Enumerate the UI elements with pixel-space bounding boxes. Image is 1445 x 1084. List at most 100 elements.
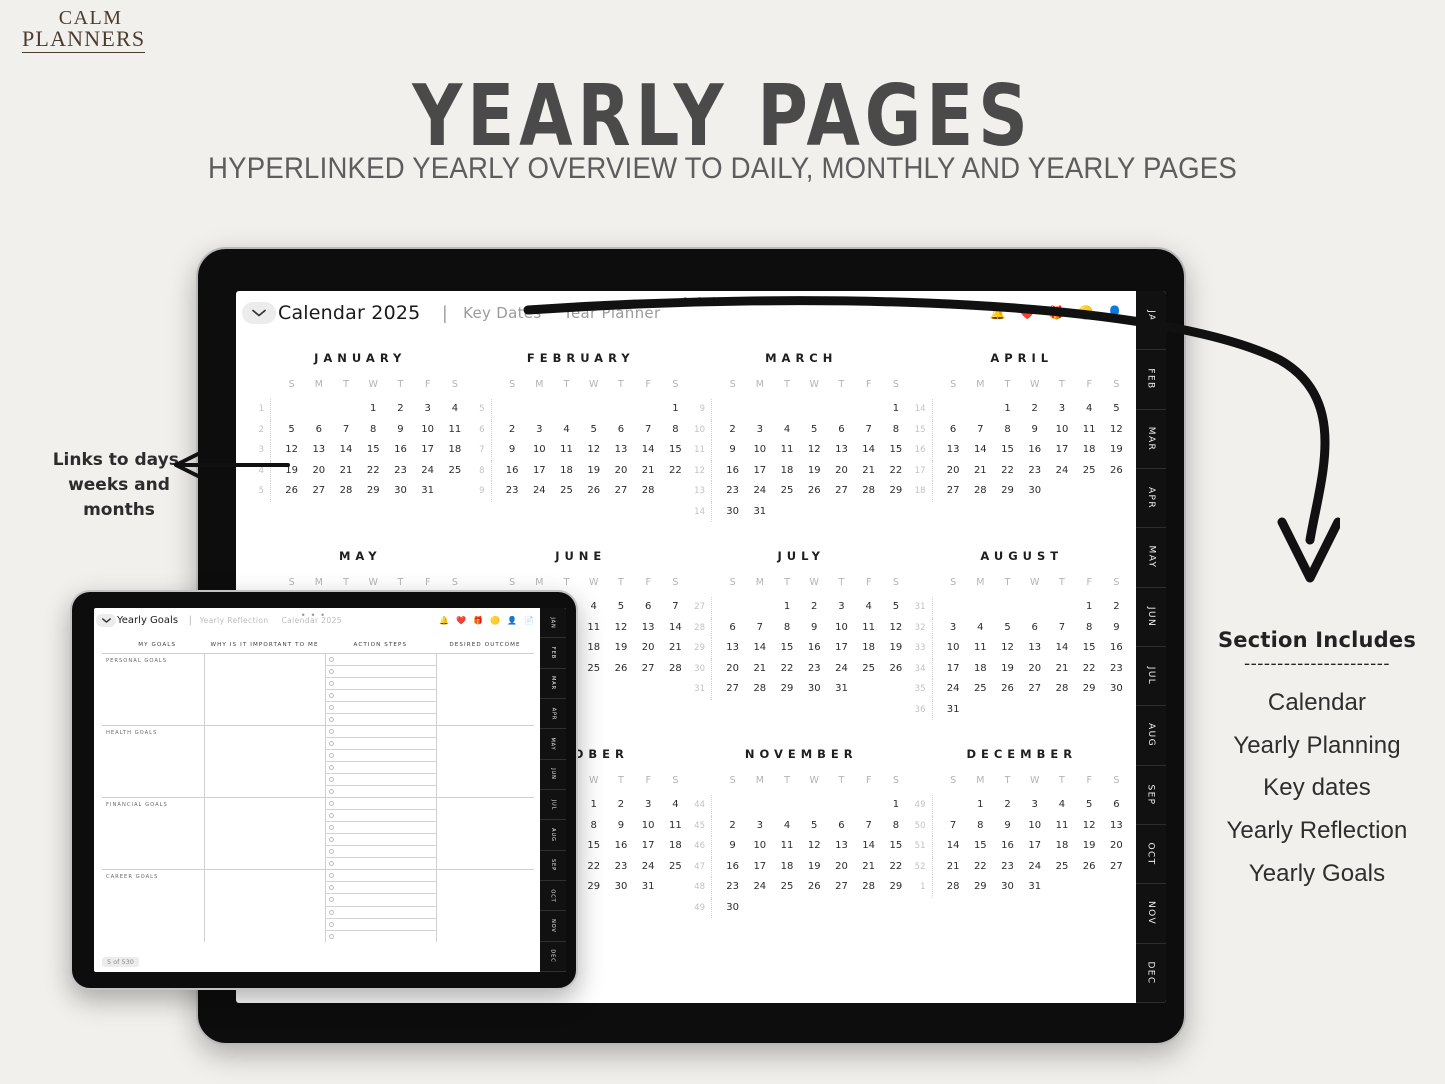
day-cell[interactable]: 9 bbox=[499, 440, 526, 461]
day-cell[interactable]: 25 bbox=[773, 481, 800, 502]
day-cell[interactable]: 3 bbox=[1048, 399, 1075, 420]
action-step-row[interactable] bbox=[325, 750, 437, 762]
day-cell[interactable]: 28 bbox=[967, 481, 994, 502]
day-cell[interactable]: 7 bbox=[855, 816, 882, 837]
day-cell[interactable]: 21 bbox=[967, 461, 994, 482]
day-cell[interactable]: 29 bbox=[1076, 679, 1103, 700]
day-cell[interactable]: 28 bbox=[940, 877, 967, 898]
day-cell[interactable]: 1 bbox=[360, 399, 387, 420]
checkbox-circle-icon[interactable] bbox=[328, 933, 334, 939]
day-cell[interactable]: 18 bbox=[441, 440, 468, 461]
day-cell[interactable]: 30 bbox=[801, 679, 828, 700]
day-cell[interactable]: 28 bbox=[635, 481, 662, 502]
day-cell[interactable]: 2 bbox=[499, 420, 526, 441]
day-cell[interactable]: 3 bbox=[526, 420, 553, 441]
day-cell[interactable]: 19 bbox=[801, 461, 828, 482]
day-cell[interactable]: 13 bbox=[635, 618, 662, 639]
day-cell[interactable]: 5 bbox=[1103, 399, 1130, 420]
day-cell[interactable]: 10 bbox=[414, 420, 441, 441]
week-number[interactable]: 17 bbox=[914, 461, 932, 482]
day-cell[interactable]: 9 bbox=[719, 440, 746, 461]
day-cell[interactable]: 8 bbox=[882, 816, 909, 837]
day-cell[interactable]: 23 bbox=[994, 857, 1021, 878]
day-cell[interactable]: 23 bbox=[387, 461, 414, 482]
day-cell[interactable]: 5 bbox=[1076, 795, 1103, 816]
day-cell[interactable]: 2 bbox=[1021, 399, 1048, 420]
day-cell[interactable]: 20 bbox=[607, 461, 634, 482]
day-cell[interactable]: 27 bbox=[1103, 857, 1130, 878]
day-cell[interactable]: 26 bbox=[994, 679, 1021, 700]
chevron-down-icon[interactable] bbox=[242, 302, 276, 324]
week-number[interactable]: 2 bbox=[252, 420, 270, 441]
day-cell[interactable]: 10 bbox=[526, 440, 553, 461]
month-tab-small-may[interactable]: MAY bbox=[540, 729, 566, 760]
day-cell[interactable]: 1 bbox=[882, 399, 909, 420]
day-cell[interactable]: 2 bbox=[1103, 597, 1130, 618]
day-cell[interactable]: 3 bbox=[828, 597, 855, 618]
day-cell[interactable]: 6 bbox=[305, 420, 332, 441]
day-cell[interactable]: 15 bbox=[967, 836, 994, 857]
action-step-row[interactable] bbox=[325, 666, 437, 678]
day-cell[interactable]: 22 bbox=[882, 857, 909, 878]
day-cell[interactable]: 15 bbox=[882, 440, 909, 461]
day-cell[interactable]: 11 bbox=[773, 440, 800, 461]
day-cell[interactable]: 14 bbox=[1048, 638, 1075, 659]
day-cell[interactable]: 23 bbox=[801, 659, 828, 680]
month-tab-sep[interactable]: SEP bbox=[1136, 766, 1166, 825]
day-cell[interactable]: 24 bbox=[1021, 857, 1048, 878]
action-step-row[interactable] bbox=[325, 907, 437, 919]
day-cell[interactable]: 24 bbox=[635, 857, 662, 878]
nav-year-planner[interactable]: Year Planner bbox=[563, 304, 660, 322]
day-cell[interactable]: 11 bbox=[1048, 816, 1075, 837]
day-cell[interactable]: 8 bbox=[580, 816, 607, 837]
day-cell[interactable]: 8 bbox=[1076, 618, 1103, 639]
day-cell[interactable]: 18 bbox=[553, 461, 580, 482]
day-cell[interactable]: 27 bbox=[607, 481, 634, 502]
day-cell[interactable]: 7 bbox=[332, 420, 359, 441]
day-cell[interactable]: 14 bbox=[332, 440, 359, 461]
day-cell[interactable]: 11 bbox=[553, 440, 580, 461]
day-cell[interactable]: 3 bbox=[635, 795, 662, 816]
day-cell[interactable]: 16 bbox=[607, 836, 634, 857]
action-step-row[interactable] bbox=[326, 858, 436, 869]
day-cell[interactable]: 15 bbox=[662, 440, 689, 461]
day-cell[interactable]: 28 bbox=[855, 877, 882, 898]
week-number[interactable]: 14 bbox=[914, 399, 932, 420]
week-number[interactable]: 36 bbox=[914, 700, 932, 721]
day-cell[interactable]: 19 bbox=[801, 857, 828, 878]
week-number[interactable]: 49 bbox=[914, 795, 932, 816]
day-cell[interactable]: 17 bbox=[635, 836, 662, 857]
day-cell[interactable]: 13 bbox=[828, 836, 855, 857]
week-number[interactable]: 32 bbox=[914, 618, 932, 639]
day-cell[interactable]: 8 bbox=[773, 618, 800, 639]
day-cell[interactable]: 27 bbox=[635, 659, 662, 680]
month-tab-small-jun[interactable]: JUN bbox=[540, 760, 566, 790]
week-number[interactable]: 18 bbox=[914, 481, 932, 502]
day-cell[interactable]: 5 bbox=[994, 618, 1021, 639]
day-cell[interactable]: 6 bbox=[1103, 795, 1130, 816]
day-cell[interactable]: 7 bbox=[662, 597, 689, 618]
person-icon[interactable]: 👤 bbox=[1107, 305, 1123, 321]
day-cell[interactable]: 25 bbox=[1076, 461, 1103, 482]
day-cell[interactable]: 9 bbox=[801, 618, 828, 639]
day-cell[interactable]: 1 bbox=[1076, 597, 1103, 618]
day-cell[interactable]: 16 bbox=[1103, 638, 1130, 659]
week-number[interactable]: 46 bbox=[693, 836, 711, 857]
day-cell[interactable]: 25 bbox=[662, 857, 689, 878]
checkbox-circle-icon[interactable] bbox=[328, 921, 334, 927]
goals-why-cell[interactable] bbox=[204, 870, 324, 942]
month-tab-small-jan[interactable]: JAN bbox=[540, 608, 566, 639]
day-cell[interactable]: 5 bbox=[278, 420, 305, 441]
week-number[interactable]: 5 bbox=[473, 399, 491, 420]
day-cell[interactable]: 23 bbox=[1103, 659, 1130, 680]
day-cell[interactable]: 30 bbox=[1021, 481, 1048, 502]
day-cell[interactable]: 6 bbox=[828, 816, 855, 837]
day-cell[interactable]: 4 bbox=[441, 399, 468, 420]
day-cell[interactable]: 19 bbox=[882, 638, 909, 659]
chevron-down-icon-small[interactable] bbox=[96, 613, 116, 627]
month-block-april[interactable]: APRIL S M T W T F S 14 1 2 3 4 5 15 6 7 8 9 10 11 12 16 13 14 15 1… bbox=[914, 351, 1131, 549]
month-tab-small-nov[interactable]: NOV bbox=[540, 911, 566, 942]
action-step-row[interactable] bbox=[325, 762, 437, 774]
day-cell[interactable]: 6 bbox=[828, 420, 855, 441]
day-cell[interactable]: 27 bbox=[828, 481, 855, 502]
